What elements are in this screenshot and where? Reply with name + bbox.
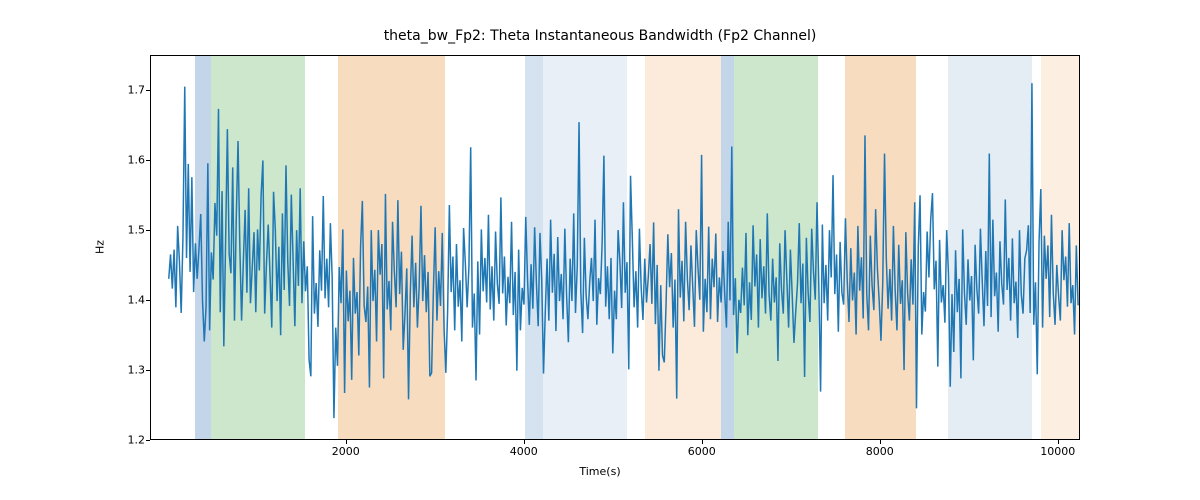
- y-tick-label: 1.6: [120, 154, 145, 167]
- x-tick-mark: [880, 440, 881, 444]
- x-axis-label: Time(s): [0, 465, 1200, 478]
- line-series: [151, 56, 1079, 439]
- x-tick-label: 2000: [332, 445, 360, 458]
- x-tick-label: 4000: [510, 445, 538, 458]
- y-tick-label: 1.2: [120, 434, 145, 447]
- line-path: [169, 83, 1078, 418]
- figure: theta_bw_Fp2: Theta Instantaneous Bandwi…: [0, 0, 1200, 500]
- y-tick-mark: [146, 300, 150, 301]
- x-tick-mark: [346, 440, 347, 444]
- x-tick-mark: [1058, 440, 1059, 444]
- y-axis-label: Hz: [94, 240, 107, 254]
- y-tick-mark: [146, 440, 150, 441]
- y-tick-mark: [146, 160, 150, 161]
- y-tick-label: 1.5: [120, 224, 145, 237]
- x-tick-label: 6000: [688, 445, 716, 458]
- x-tick-label: 8000: [866, 445, 894, 458]
- x-tick-mark: [524, 440, 525, 444]
- y-tick-mark: [146, 370, 150, 371]
- y-tick-label: 1.7: [120, 84, 145, 97]
- x-tick-label: 10000: [1040, 445, 1075, 458]
- x-tick-mark: [702, 440, 703, 444]
- y-tick-mark: [146, 90, 150, 91]
- y-tick-mark: [146, 230, 150, 231]
- y-tick-label: 1.3: [120, 364, 145, 377]
- plot-area: [150, 55, 1080, 440]
- chart-title: theta_bw_Fp2: Theta Instantaneous Bandwi…: [0, 28, 1200, 44]
- y-tick-label: 1.4: [120, 294, 145, 307]
